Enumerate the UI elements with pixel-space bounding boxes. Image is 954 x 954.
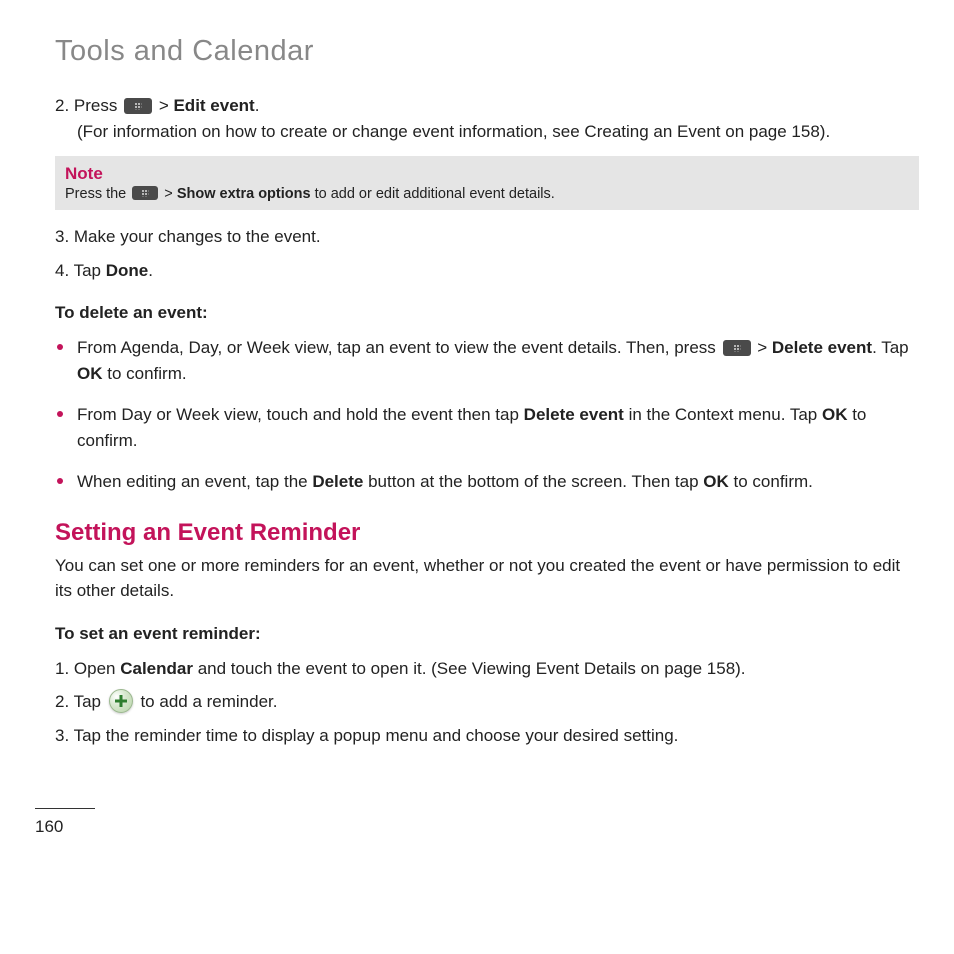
- step-text: and touch the event to open it. (See Vie…: [193, 659, 746, 678]
- delete-event-heading: To delete an event:: [55, 303, 919, 323]
- step-2: 2. Press > Edit event. (For information …: [55, 93, 919, 144]
- chapter-title: Tools and Calendar: [55, 35, 919, 68]
- step-text: to add a reminder.: [136, 692, 278, 711]
- ok-label: OK: [822, 405, 848, 424]
- page-footer-rule: [35, 808, 95, 817]
- calendar-label: Calendar: [120, 659, 193, 678]
- bullet-text-fragment: . Tap: [872, 338, 909, 357]
- reminder-step-2: 2. Tap to add a reminder.: [55, 689, 919, 715]
- menu-key-icon: [723, 340, 751, 356]
- note-text-fragment: >: [160, 186, 177, 202]
- step-text: >: [154, 96, 173, 115]
- edit-event-label: Edit event: [173, 96, 254, 115]
- bullet-text-fragment: From Agenda, Day, or Week view, tap an e…: [77, 338, 721, 357]
- ok-label: OK: [703, 472, 729, 491]
- note-box: Note Press the > Show extra options to a…: [55, 156, 919, 210]
- bullet-text-fragment: >: [753, 338, 772, 357]
- delete-label: Delete: [312, 472, 363, 491]
- step-text: 1. Open: [55, 659, 120, 678]
- list-item: When editing an event, tap the Delete bu…: [55, 469, 919, 495]
- delete-event-label: Delete event: [524, 405, 624, 424]
- section-heading: Setting an Event Reminder: [55, 519, 919, 547]
- bullet-text-fragment: in the Context menu. Tap: [624, 405, 822, 424]
- reminder-heading: To set an event reminder:: [55, 624, 919, 644]
- bullet-text-fragment: to confirm.: [103, 364, 187, 383]
- step-text: 2. Press: [55, 96, 122, 115]
- bullet-text-fragment: to confirm.: [729, 472, 813, 491]
- bullet-icon: [57, 344, 63, 350]
- step-3: 3. Make your changes to the event.: [55, 224, 919, 250]
- note-text-fragment: to add or edit additional event details.: [311, 186, 555, 202]
- list-item: From Agenda, Day, or Week view, tap an e…: [55, 335, 919, 386]
- bullet-icon: [57, 478, 63, 484]
- list-item: From Day or Week view, touch and hold th…: [55, 402, 919, 453]
- reminder-step-3: 3. Tap the reminder time to display a po…: [55, 723, 919, 749]
- reminder-step-1: 1. Open Calendar and touch the event to …: [55, 656, 919, 682]
- step-text: .: [148, 261, 153, 280]
- bullet-text-fragment: When editing an event, tap the: [77, 472, 312, 491]
- show-extra-options-label: Show extra options: [177, 186, 311, 202]
- step-text: 4. Tap: [55, 261, 106, 280]
- note-text-fragment: Press the: [65, 186, 130, 202]
- bullet-icon: [57, 411, 63, 417]
- note-text: Press the > Show extra options to add or…: [65, 186, 909, 202]
- step-text: 2. Tap: [55, 692, 106, 711]
- bullet-text-fragment: From Day or Week view, touch and hold th…: [77, 405, 524, 424]
- note-label: Note: [65, 164, 909, 184]
- step-text: (For information on how to create or cha…: [77, 119, 919, 145]
- step-4: 4. Tap Done.: [55, 258, 919, 284]
- menu-key-icon: [124, 98, 152, 114]
- page-number: 160: [35, 817, 919, 837]
- menu-key-icon: [132, 186, 158, 200]
- done-label: Done: [106, 261, 149, 280]
- add-reminder-icon: [109, 689, 133, 713]
- delete-event-label: Delete event: [772, 338, 872, 357]
- intro-text: You can set one or more reminders for an…: [55, 553, 919, 604]
- bullet-text-fragment: button at the bottom of the screen. Then…: [363, 472, 703, 491]
- step-text: .: [255, 96, 260, 115]
- ok-label: OK: [77, 364, 103, 383]
